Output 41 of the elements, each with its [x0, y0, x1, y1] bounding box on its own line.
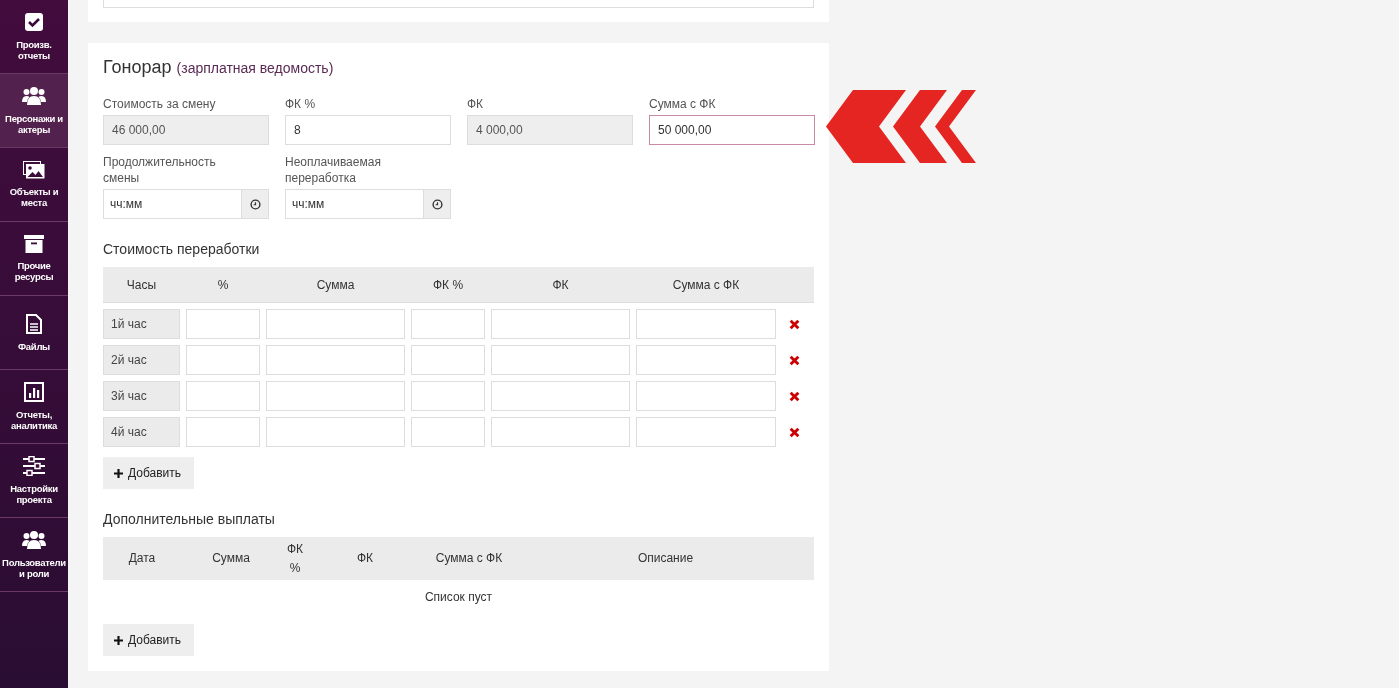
input-field[interactable]: 50 000,00: [649, 115, 815, 145]
column-header: Сумма с ФК: [434, 550, 504, 567]
sidebar-item[interactable]: Объекты и места: [0, 148, 68, 222]
input-field[interactable]: 46 000,00: [103, 115, 269, 145]
column-header: Часы: [125, 277, 158, 292]
column-header: Сумма: [211, 550, 251, 567]
time-input-field[interactable]: чч:мм: [103, 189, 241, 219]
column-header: ФК: [355, 550, 375, 567]
column-header: %: [216, 277, 230, 292]
column-header: ФК: [551, 277, 570, 292]
sidebar-item[interactable]: Прочие ресурсы: [0, 222, 68, 296]
field-label: ФК %: [285, 96, 317, 112]
column-header: ФК %: [285, 540, 305, 577]
field-label: Сумма с ФК: [649, 96, 717, 112]
field-label: Неоплачиваемая переработка: [285, 154, 382, 186]
sidebar-item[interactable]: Пользователи и роли: [0, 518, 68, 592]
column-header: Сумма с ФК: [671, 277, 741, 292]
section-title: Дополнительные выплаты: [103, 511, 276, 527]
input-field[interactable]: 4 000,00: [467, 115, 633, 145]
empty-message: Список пуст: [423, 589, 494, 606]
section-title: Стоимость переработки: [103, 241, 261, 257]
column-header: Сумма: [315, 277, 356, 292]
hour-cell: 1й час: [103, 309, 180, 339]
sidebar-item[interactable]: Файлы: [0, 296, 68, 370]
add-button[interactable]: Добавить: [103, 457, 194, 489]
section-title: Гонорар (зарплатная ведомость): [103, 57, 335, 78]
column-header: ФК %: [431, 277, 465, 292]
add-button[interactable]: Добавить: [103, 624, 194, 656]
field-label: ФК: [467, 96, 485, 112]
hour-cell: 4й час: [103, 417, 180, 447]
field-label: Стоимость за смену: [103, 96, 217, 112]
sidebar-item[interactable]: Отчеты, аналитика: [0, 370, 68, 444]
hour-cell: 3й час: [103, 381, 180, 411]
sidebar-item[interactable]: Настройки проекта: [0, 444, 68, 518]
time-input-field[interactable]: чч:мм: [285, 189, 423, 219]
column-header: Дата: [127, 550, 157, 567]
input-field[interactable]: 8: [285, 115, 451, 145]
column-header: Описание: [636, 550, 695, 567]
sidebar-item[interactable]: Персонажи и актеры: [0, 74, 68, 148]
field-label: Продолжительность смены: [103, 154, 217, 186]
hour-cell: 2й час: [103, 345, 180, 375]
